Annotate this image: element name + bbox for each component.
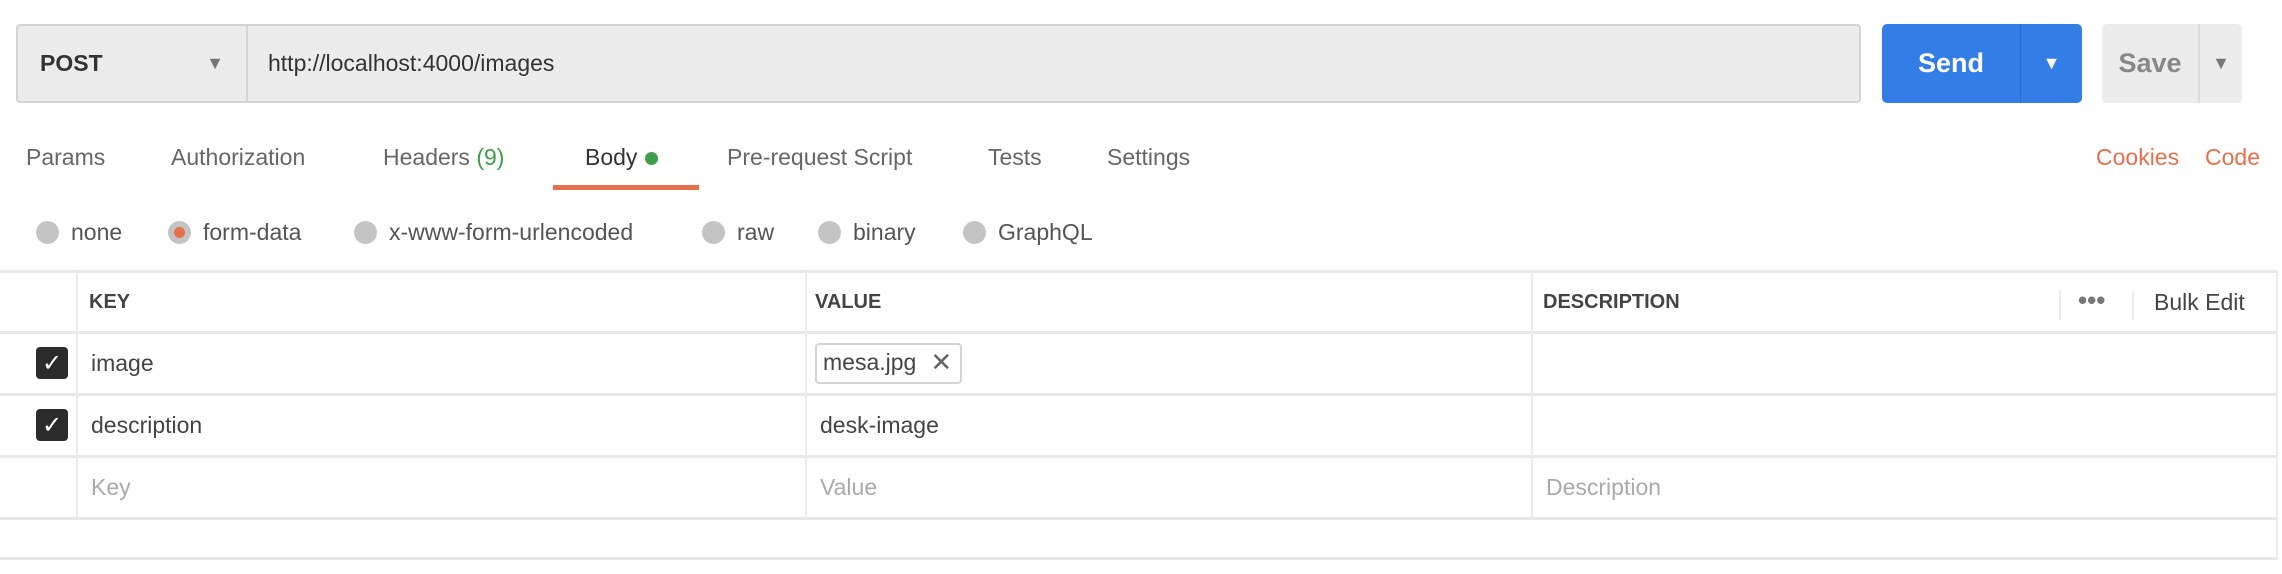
radio-icon: [818, 220, 841, 244]
header-key: KEY: [89, 291, 131, 313]
header-description: DESCRIPTION: [1543, 291, 1680, 313]
tab-label: Authorization: [171, 144, 306, 170]
value-cell[interactable]: mesa.jpg ✕: [815, 333, 963, 394]
tab-label: Body: [585, 144, 638, 170]
method-value: POST: [40, 50, 103, 76]
divider: [0, 517, 2278, 520]
radio-label: binary: [853, 218, 916, 245]
close-icon[interactable]: ✕: [930, 347, 952, 378]
header-value: VALUE: [815, 291, 882, 313]
row-checkbox-checked-icon[interactable]: ✓: [36, 409, 68, 441]
divider: [76, 270, 78, 518]
radio-binary[interactable]: binary: [818, 214, 916, 250]
divider: [0, 557, 2278, 560]
radio-none[interactable]: none: [36, 214, 122, 250]
method-select[interactable]: POST ▼: [18, 26, 248, 101]
divider: [1531, 270, 1533, 518]
headers-count-badge: (9): [476, 144, 505, 170]
radio-label: form-data: [203, 218, 302, 245]
file-chip: mesa.jpg ✕: [815, 343, 963, 384]
radio-label: x-www-form-urlencoded: [389, 218, 634, 245]
send-button[interactable]: Send: [1882, 24, 2021, 103]
cookies-link[interactable]: Cookies: [2096, 140, 2179, 190]
body-type-radio-group: none form-data x-www-form-urlencoded raw…: [0, 214, 2282, 250]
request-tabs: Params Authorization Headers (9) Body Pr…: [0, 140, 2282, 190]
code-link[interactable]: Code: [2205, 140, 2260, 190]
key-cell[interactable]: image: [91, 333, 154, 394]
radio-label: GraphQL: [998, 218, 1093, 245]
radio-icon: [702, 220, 725, 244]
request-url-bar: POST ▼ http://localhost:4000/images: [16, 24, 1861, 103]
tab-settings[interactable]: Settings: [1107, 140, 1190, 190]
tab-pre-request-script[interactable]: Pre-request Script: [727, 140, 912, 190]
radio-icon: [354, 220, 377, 244]
tab-tests[interactable]: Tests: [988, 140, 1042, 190]
active-dot-icon: [645, 152, 659, 166]
divider: [0, 393, 2278, 396]
save-options-chevron-icon[interactable]: ▼: [2200, 24, 2242, 103]
file-name: mesa.jpg: [823, 349, 917, 375]
key-cell[interactable]: description: [91, 395, 202, 456]
radio-graphql[interactable]: GraphQL: [963, 214, 1093, 250]
divider: [2059, 290, 2061, 320]
row-checkbox-checked-icon[interactable]: ✓: [36, 347, 68, 379]
tab-label: Tests: [988, 144, 1042, 170]
url-input[interactable]: http://localhost:4000/images: [248, 50, 554, 77]
divider: [0, 270, 2278, 273]
more-options-icon[interactable]: •••: [2078, 270, 2105, 331]
send-button-group: Send ▼: [1882, 24, 2082, 103]
description-input[interactable]: Description: [1546, 457, 1661, 518]
tab-authorization[interactable]: Authorization: [171, 140, 305, 190]
tab-headers[interactable]: Headers (9): [383, 140, 504, 190]
value-input[interactable]: Value: [820, 457, 877, 518]
tab-params[interactable]: Params: [26, 140, 105, 190]
divider: [2276, 270, 2278, 558]
radio-raw[interactable]: raw: [702, 214, 774, 250]
radio-x-www-form-urlencoded[interactable]: x-www-form-urlencoded: [354, 214, 633, 250]
key-input[interactable]: Key: [91, 457, 131, 518]
radio-icon: [36, 220, 59, 244]
tab-label: Headers: [383, 144, 470, 170]
tab-body[interactable]: Body: [553, 140, 699, 190]
radio-form-data[interactable]: form-data: [168, 214, 301, 250]
bulk-edit-link[interactable]: Bulk Edit: [2154, 272, 2245, 333]
radio-selected-icon: [168, 220, 191, 244]
tab-label: Pre-request Script: [727, 144, 913, 170]
divider: [0, 331, 2278, 334]
chevron-down-icon: ▼: [206, 53, 224, 73]
save-button-group: Save ▼: [2102, 24, 2242, 103]
send-options-chevron-icon[interactable]: ▼: [2021, 24, 2082, 103]
save-button[interactable]: Save: [2102, 24, 2200, 103]
divider: [0, 455, 2278, 458]
divider: [2132, 292, 2134, 320]
radio-label: raw: [737, 218, 775, 245]
radio-label: none: [71, 218, 123, 245]
tab-label: Settings: [1107, 144, 1191, 170]
radio-icon: [963, 220, 986, 244]
tab-label: Params: [26, 144, 106, 170]
divider: [805, 270, 807, 518]
value-cell[interactable]: desk-image: [820, 395, 939, 456]
